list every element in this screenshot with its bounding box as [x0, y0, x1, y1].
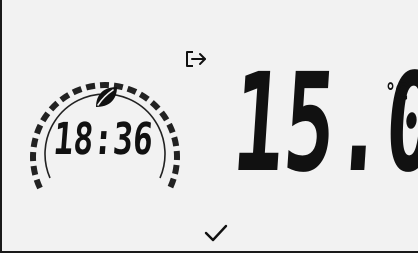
thermostat-display: 18:36 15.0 °C	[0, 0, 418, 253]
temperature-value: 15.0	[228, 45, 418, 203]
clock-time: 18:36	[51, 114, 155, 165]
display-left-border	[0, 0, 2, 253]
checkmark-icon[interactable]	[203, 223, 229, 243]
clock-readout: 18:36	[47, 105, 159, 175]
temperature-readout: 15.0	[228, 45, 418, 204]
temperature-unit: °C	[386, 78, 409, 106]
